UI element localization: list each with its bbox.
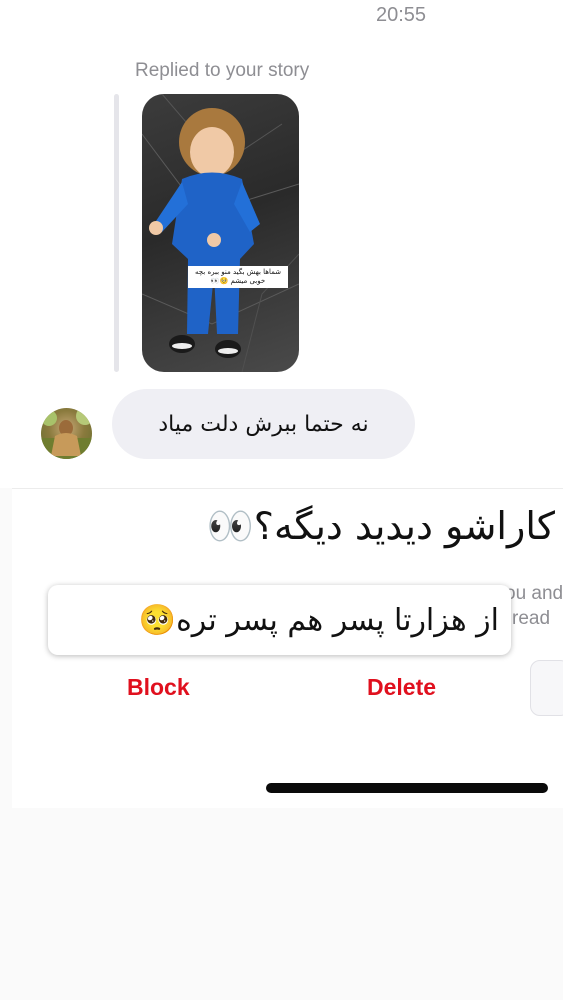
partial-action-button[interactable]: [530, 660, 563, 716]
reply-indicator-bar: [114, 94, 119, 372]
block-button[interactable]: Block: [127, 674, 190, 701]
home-indicator[interactable]: [266, 783, 548, 793]
sender-avatar[interactable]: [41, 408, 92, 459]
message-timestamp: 20:55: [376, 4, 427, 26]
story-caption: شماها بهش بگید منو ببره بچه خوبی میشم 🥺👀: [188, 266, 288, 288]
faded-text-line-1: ou and: [505, 583, 563, 604]
faded-text-line-2: read: [512, 608, 551, 629]
overlay-quote-box: از هزارتا پسر هم پسر تره🥺: [48, 585, 511, 655]
message-bubble[interactable]: نه حتما ببرش دلت میاد: [112, 389, 415, 459]
divider: [12, 488, 563, 489]
chat-thread: 20:55 Replied to your story شماها بهش بگ…: [0, 0, 563, 488]
replied-to-story-label: Replied to your story: [135, 60, 310, 81]
story-thumbnail[interactable]: شماها بهش بگید منو ببره بچه خوبی میشم 🥺👀: [142, 94, 299, 372]
delete-button[interactable]: Delete: [367, 674, 436, 701]
overlay-headline: کاراشو دیدید دیگه؟👀: [206, 504, 555, 548]
overlay-quote-text: از هزارتا پسر هم پسر تره🥺: [138, 602, 499, 638]
message-text: نه حتما ببرش دلت میاد: [158, 411, 369, 437]
